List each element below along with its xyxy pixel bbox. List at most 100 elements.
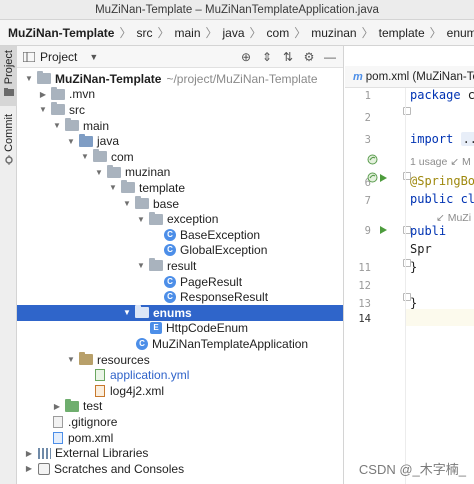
tree-row[interactable]: ▼ exception	[17, 211, 343, 227]
breadcrumb-item[interactable]: muzinan	[311, 26, 356, 40]
editor-tab-pom[interactable]: m pom.xml (MuZiNan-Template)	[345, 71, 474, 83]
tree-row[interactable]: ▼ java	[17, 133, 343, 149]
run-icon[interactable]	[379, 174, 387, 182]
tree-row[interactable]: C BaseException	[17, 227, 343, 243]
spring-bean-icon[interactable]	[367, 154, 378, 165]
project-tool-tab[interactable]: Project	[0, 46, 17, 106]
tree-row[interactable]: C GlobalException	[17, 243, 343, 259]
tree-row[interactable]: ▼ base	[17, 196, 343, 212]
code-token: Spr	[410, 242, 432, 256]
tree-row[interactable]: C PageResult	[17, 274, 343, 290]
tree-row[interactable]: E HttpCodeEnum	[17, 321, 343, 337]
tree-row[interactable]: pom.xml	[17, 430, 343, 446]
commit-tool-tab[interactable]: Commit	[0, 108, 17, 166]
run-icon[interactable]	[379, 226, 387, 234]
class-icon: C	[164, 275, 176, 288]
code-token: public	[410, 192, 461, 206]
tool-window-stripe: Project Commit	[0, 46, 17, 484]
tree-row[interactable]: ▼ com	[17, 149, 343, 165]
tree-row[interactable]: C MuZiNanTemplateApplication	[17, 336, 343, 352]
tree-label: base	[153, 196, 180, 211]
chevron-down-icon[interactable]: ▼	[135, 215, 147, 224]
breadcrumb-item[interactable]: main	[174, 26, 200, 40]
tree-row[interactable]: ▶ test	[17, 398, 343, 415]
tree-label: HttpCodeEnum	[166, 321, 249, 336]
chevron-down-icon[interactable]: ▼	[79, 152, 91, 161]
chevron-down-icon[interactable]: ▼	[121, 199, 133, 208]
breadcrumb-item[interactable]: MuZiNan-Template	[8, 26, 114, 40]
collapse-icon[interactable]: ⇕	[260, 50, 274, 64]
minimize-icon[interactable]: —	[323, 50, 337, 64]
chevron-down-icon[interactable]: ▼	[121, 308, 133, 317]
tree-row[interactable]: ▼ result	[17, 258, 343, 274]
git-file-icon	[53, 415, 63, 428]
tree-row[interactable]: ▼ src	[17, 102, 343, 118]
tree-row[interactable]: ▶ .mvn	[17, 86, 343, 103]
project-folder-icon	[37, 71, 51, 85]
tree-row[interactable]: ▼ template	[17, 180, 343, 196]
chevron-down-icon[interactable]: ▼	[65, 355, 77, 364]
chevron-down-icon[interactable]: ▼	[89, 52, 98, 62]
chevron-right-icon[interactable]: ▶	[37, 90, 49, 99]
chevron-right-icon[interactable]: ▶	[23, 464, 35, 473]
line-number: 9	[364, 225, 371, 237]
chevron-down-icon[interactable]: ▼	[93, 168, 105, 177]
commit-icon	[4, 154, 13, 165]
tree-row[interactable]: ▼ MuZiNan-Template ~/project/MuZiNan-Tem…	[17, 71, 343, 87]
breadcrumb-item[interactable]: java	[223, 26, 245, 40]
maven-file-icon	[53, 431, 63, 444]
breadcrumb-item[interactable]: src	[136, 26, 152, 40]
settings-icon[interactable]: ⚙	[302, 50, 316, 64]
chevron-down-icon[interactable]: ▼	[135, 261, 147, 270]
tree-row-selected[interactable]: ▼ enums	[17, 305, 343, 321]
tree-label: ResponseResult	[180, 290, 269, 305]
usages-hint[interactable]: 1 usage	[410, 156, 450, 168]
code-editor[interactable]: package co import ... 1 usage ↙ M @Sprin…	[406, 88, 474, 484]
tree-label: test	[83, 399, 103, 414]
code-line: }	[410, 296, 417, 310]
target-icon[interactable]: ⊕	[239, 50, 253, 64]
tree-label: result	[167, 258, 197, 273]
tree-row[interactable]: ▼ main	[17, 118, 343, 134]
tree-label: pom.xml	[68, 430, 114, 445]
tree-label: exception	[167, 212, 219, 227]
project-view-title[interactable]: Project	[40, 50, 77, 64]
code-line: ↙ MuZi	[436, 210, 471, 224]
breadcrumb-item[interactable]: enums	[447, 26, 474, 40]
chevron-down-icon[interactable]: ▼	[23, 74, 35, 83]
code-line: public cla	[410, 192, 474, 206]
tree-row[interactable]: ▶ External Libraries	[17, 445, 343, 461]
tree-label: com	[111, 149, 134, 164]
code-line: import ...	[410, 132, 474, 146]
code-token: @SpringBoot	[410, 174, 474, 188]
breadcrumb-item[interactable]: template	[379, 26, 425, 40]
tree-row[interactable]: C ResponseResult	[17, 289, 343, 305]
resources-folder-icon	[79, 352, 93, 366]
chevron-down-icon[interactable]: ▼	[51, 121, 63, 130]
chevron-right-icon[interactable]: ▶	[23, 449, 35, 458]
source-folder-icon	[79, 133, 93, 147]
breadcrumb-item[interactable]: com	[267, 26, 290, 40]
package-icon	[135, 196, 149, 210]
tree-row[interactable]: ▼ resources	[17, 352, 343, 368]
breadcrumb: MuZiNan-Template 〉 src 〉 main 〉 java 〉 com 〉 …	[0, 20, 474, 46]
tree-row[interactable]: .gitignore	[17, 414, 343, 430]
tree-row[interactable]: ▶ Scratches and Consoles	[17, 461, 343, 477]
chevron-down-icon[interactable]: ▼	[65, 137, 77, 146]
tree-label: BaseException	[180, 227, 261, 242]
author-hint: ↙ MuZi	[436, 212, 472, 224]
expand-icon[interactable]: ⇅	[281, 50, 295, 64]
tree-label: src	[69, 102, 85, 117]
spring-bean-icon[interactable]	[367, 172, 378, 183]
chevron-down-icon[interactable]: ▼	[107, 183, 119, 192]
tree-row[interactable]: log4j2.xml	[17, 383, 343, 399]
tree-row[interactable]: ▼ muzinan	[17, 164, 343, 181]
chevron-right-icon[interactable]: ▶	[51, 402, 63, 411]
tree-label: PageResult	[180, 274, 243, 289]
project-view-icon	[23, 51, 35, 62]
tree-row[interactable]: application.yml	[17, 367, 343, 383]
folder-icon	[65, 118, 79, 132]
package-icon	[107, 164, 121, 178]
folded-imports[interactable]: ...	[460, 132, 474, 146]
chevron-down-icon[interactable]: ▼	[37, 105, 49, 114]
